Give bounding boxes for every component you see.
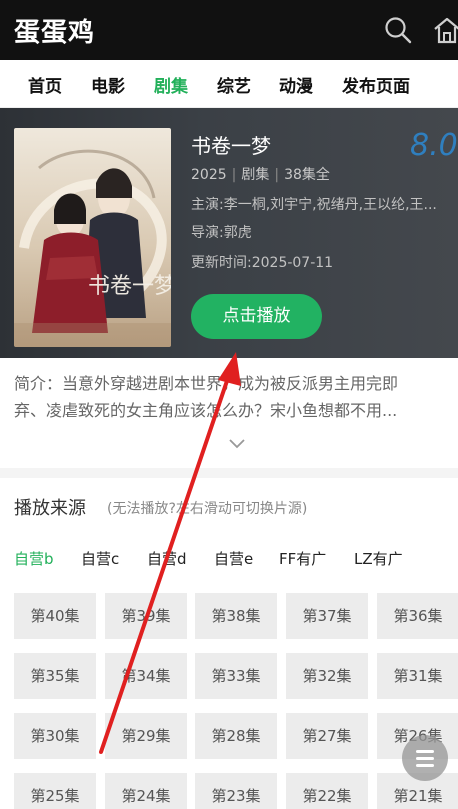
episode-button[interactable]: 第30集 xyxy=(14,713,96,759)
nav-anime[interactable]: 动漫 xyxy=(279,72,313,97)
menu-icon[interactable] xyxy=(402,735,448,781)
episode-button[interactable]: 第35集 xyxy=(14,653,96,699)
episode-button[interactable]: 第27集 xyxy=(286,713,368,759)
home-icon[interactable] xyxy=(432,16,458,44)
play-button[interactable]: 点击播放 xyxy=(191,294,322,339)
synopsis-line-1: 简介：当意外穿越进剧本世界，成为被反派男主用完即 xyxy=(14,374,399,393)
source-tab-6[interactable]: LZ有广 xyxy=(354,548,403,569)
section-divider xyxy=(0,468,458,478)
show-category: 剧集 xyxy=(241,167,270,183)
nav-home[interactable]: 首页 xyxy=(28,72,62,97)
nav-publish-page[interactable]: 发布页面 xyxy=(342,72,410,97)
play-source-title: 播放来源 xyxy=(14,498,86,519)
episode-button[interactable]: 第40集 xyxy=(14,593,96,639)
episode-button[interactable]: 第31集 xyxy=(377,653,458,699)
episode-button[interactable]: 第29集 xyxy=(105,713,187,759)
chevron-down-icon[interactable] xyxy=(229,438,245,450)
poster-title-art: 书卷一梦 xyxy=(88,274,171,299)
episode-button[interactable]: 第39集 xyxy=(105,593,187,639)
show-year: 2025 xyxy=(191,167,227,183)
nav-movies[interactable]: 电影 xyxy=(91,72,125,97)
episode-button[interactable]: 第32集 xyxy=(286,653,368,699)
search-icon[interactable] xyxy=(384,16,412,44)
play-source-hint: (无法播放?左右滑动可切换片源) xyxy=(107,501,308,517)
main-nav: 首页 电影 剧集 综艺 动漫 发布页面 xyxy=(0,60,458,108)
episode-button[interactable]: 第25集 xyxy=(14,773,96,809)
show-meta: 2025 | 剧集 | 38集全 xyxy=(191,167,330,183)
source-tab-1[interactable]: 自营b xyxy=(14,548,54,569)
synopsis: 简介：当意外穿越进剧本世界，成为被反派男主用完即 弃、凌虐致死的女主角应该怎么办… xyxy=(14,370,450,424)
episode-button[interactable]: 第37集 xyxy=(286,593,368,639)
episode-button[interactable]: 第28集 xyxy=(195,713,277,759)
show-actors: 主演:李一桐,刘宇宁,祝绪丹,王以纶,王... xyxy=(191,197,437,213)
source-tab-4[interactable]: 自营e xyxy=(214,548,253,569)
rating-score: 8.0 xyxy=(410,128,458,163)
nav-series[interactable]: 剧集 xyxy=(154,72,188,97)
episode-button[interactable]: 第34集 xyxy=(105,653,187,699)
episode-button[interactable]: 第36集 xyxy=(377,593,458,639)
episode-button[interactable]: 第24集 xyxy=(105,773,187,809)
source-tab-5[interactable]: FF有广 xyxy=(279,548,326,569)
update-time: 更新时间:2025-07-11 xyxy=(191,255,334,271)
show-title: 书卷一梦 xyxy=(191,134,271,158)
detail-header: 书卷一梦 书卷一梦 8.0 2025 | 剧集 | 38集全 主演:李一桐,刘宇宁,祝绪… xyxy=(0,108,458,358)
episode-grid: 第40集 第39集 第38集 第37集 第36集 第35集 第34集 第33集 … xyxy=(14,593,458,809)
top-bar: 蛋蛋鸡 xyxy=(0,0,458,60)
episode-button[interactable]: 第38集 xyxy=(195,593,277,639)
app-logo[interactable]: 蛋蛋鸡 xyxy=(14,12,95,49)
nav-variety[interactable]: 综艺 xyxy=(217,72,251,97)
source-tab-3[interactable]: 自营d xyxy=(147,548,187,569)
poster-image: 书卷一梦 xyxy=(14,128,171,347)
show-director: 导演:郭虎 xyxy=(191,225,252,241)
episode-button[interactable]: 第33集 xyxy=(195,653,277,699)
source-tab-2[interactable]: 自营c xyxy=(81,548,119,569)
episode-button[interactable]: 第23集 xyxy=(195,773,277,809)
episode-status: 38集全 xyxy=(284,167,330,183)
synopsis-line-2: 弃、凌虐致死的女主角应该怎么办？宋小鱼想都不用... xyxy=(14,401,398,420)
episode-button[interactable]: 第22集 xyxy=(286,773,368,809)
